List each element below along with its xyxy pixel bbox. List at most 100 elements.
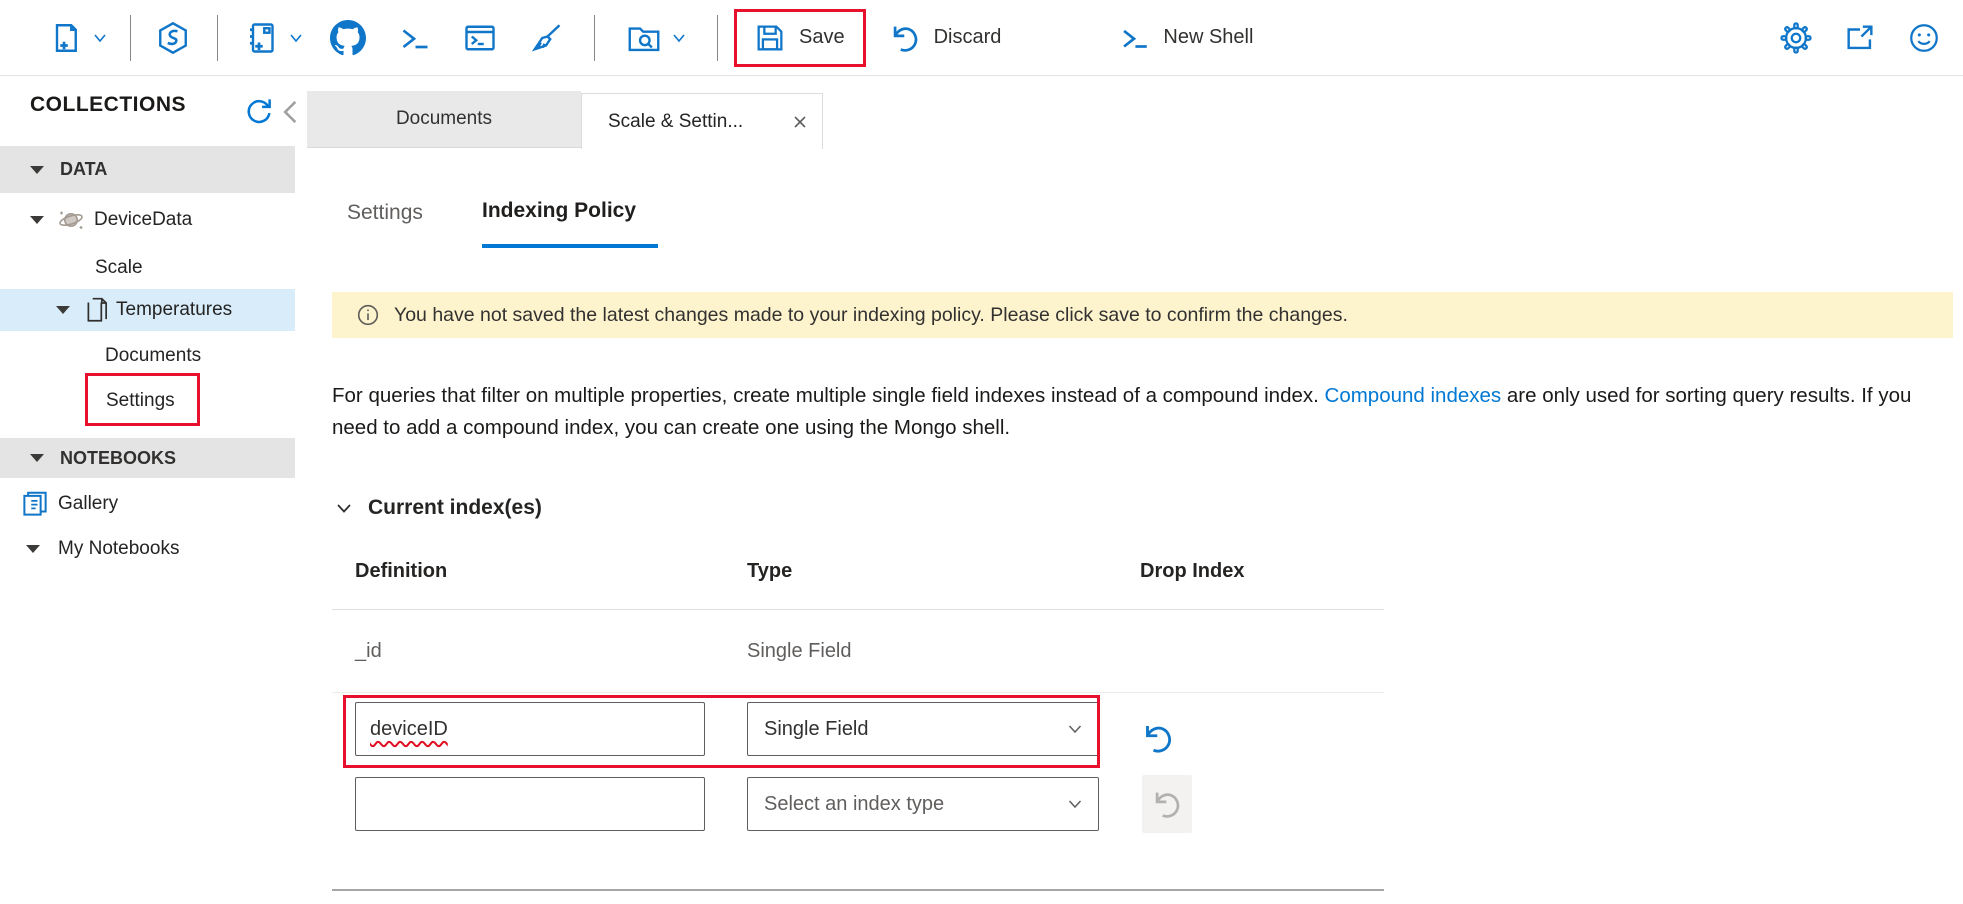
new-collection-icon xyxy=(48,20,84,56)
table-header-row: Definition Type Drop Index xyxy=(332,548,1384,610)
index-type: Single Field xyxy=(737,640,1130,663)
discard-label: Discard xyxy=(934,26,1002,49)
sidebar-item-settings[interactable]: Settings xyxy=(0,379,295,423)
toolbar-separator xyxy=(594,15,595,61)
terminal-prompt-icon xyxy=(396,20,432,56)
unsaved-changes-banner: You have not saved the latest changes ma… xyxy=(332,292,1953,338)
pivot-tab-indexing-policy[interactable]: Indexing Policy xyxy=(482,199,636,223)
dropdown-value: Single Field xyxy=(764,718,869,741)
chevron-down-icon xyxy=(671,30,687,46)
save-label: Save xyxy=(799,26,845,49)
tab-scale-settings[interactable]: Scale & Settin... xyxy=(581,93,823,149)
synapse-hexagon-icon xyxy=(155,20,191,56)
toolbar: Save Discard New Shell xyxy=(0,0,1963,76)
sidebar-item-temperatures[interactable]: Temperatures xyxy=(0,289,295,331)
chevron-expanded-icon xyxy=(30,454,44,462)
settings-gear-icon[interactable] xyxy=(1779,21,1813,55)
collection-documents-icon xyxy=(84,296,110,324)
collapse-sidebar-icon[interactable] xyxy=(280,99,302,125)
new-index-type-dropdown[interactable]: Select an index type xyxy=(747,777,1099,831)
compound-indexes-link[interactable]: Compound indexes xyxy=(1325,384,1502,407)
chevron-expanded-icon xyxy=(56,306,70,314)
new-definition-input[interactable] xyxy=(355,777,705,831)
new-collection-button[interactable] xyxy=(48,20,108,56)
database-planet-icon xyxy=(56,207,86,233)
index-definition: _id xyxy=(332,640,737,663)
collection-label: Temperatures xyxy=(116,299,232,321)
dropdown-placeholder: Select an index type xyxy=(764,793,944,816)
index-type-dropdown[interactable]: Single Field xyxy=(747,702,1099,756)
table-bottom-divider xyxy=(332,889,1384,891)
sidebar: COLLECTIONS DATA DeviceData Scale xyxy=(0,77,307,904)
chevron-down-icon xyxy=(288,30,304,46)
feedback-smiley-icon[interactable] xyxy=(1907,21,1941,55)
sidebar-item-documents[interactable]: Documents xyxy=(0,337,295,375)
collections-header: COLLECTIONS xyxy=(30,93,186,117)
col-type: Type xyxy=(737,560,1130,583)
clear-results-button[interactable] xyxy=(528,20,564,56)
synapse-link-button[interactable] xyxy=(155,20,191,56)
table-row-editor-1: deviceID Single Field xyxy=(332,693,1384,765)
shell-window-icon xyxy=(462,20,498,56)
banner-text: You have not saved the latest changes ma… xyxy=(394,304,1348,327)
table-row-id: _id Single Field xyxy=(332,610,1384,693)
my-notebooks-label: My Notebooks xyxy=(58,538,179,560)
revert-index-button[interactable] xyxy=(1140,720,1384,756)
sidebar-item-gallery[interactable]: Gallery xyxy=(0,484,295,524)
new-notebook-button[interactable] xyxy=(244,20,304,56)
sidebar-item-devicedata[interactable]: DeviceData xyxy=(0,199,295,241)
refresh-icon[interactable] xyxy=(244,95,274,125)
github-icon xyxy=(330,20,366,56)
close-tab-icon[interactable] xyxy=(792,114,808,130)
sidebar-section-data[interactable]: DATA xyxy=(0,146,295,193)
toolbar-right-group xyxy=(1779,0,1941,76)
documents-label: Documents xyxy=(105,345,201,367)
terminal-prompt-icon xyxy=(1117,21,1151,55)
definition-input[interactable]: deviceID xyxy=(355,702,705,756)
browse-queries-button[interactable] xyxy=(625,19,687,57)
table-row-editor-2: Select an index type xyxy=(332,765,1384,843)
toolbar-separator xyxy=(130,15,131,61)
new-shell-label: New Shell xyxy=(1163,26,1253,49)
sidebar-section-notebooks[interactable]: NOTEBOOKS xyxy=(0,438,295,478)
pivot-tab-settings[interactable]: Settings xyxy=(347,201,423,225)
info-icon xyxy=(356,303,380,327)
tab-label: Documents xyxy=(396,108,492,130)
chevron-expanded-icon xyxy=(26,545,40,553)
current-indexes-header[interactable]: Current index(es) xyxy=(334,496,542,520)
chevron-expanded-icon xyxy=(30,166,44,174)
github-button[interactable] xyxy=(330,20,366,56)
discard-button[interactable]: Discard xyxy=(888,21,1002,55)
toolbar-separator xyxy=(217,15,218,61)
chevron-expanded-icon xyxy=(30,216,44,224)
settings-label: Settings xyxy=(106,390,175,412)
description-text: For queries that filter on multiple prop… xyxy=(332,384,1325,407)
undo-arrow-icon xyxy=(888,21,922,55)
broom-icon xyxy=(528,20,564,56)
new-shell-button[interactable]: New Shell xyxy=(1117,21,1253,55)
section-title: Current index(es) xyxy=(368,496,542,520)
section-label: NOTEBOOKS xyxy=(60,448,176,469)
tab-label: Scale & Settin... xyxy=(608,111,743,133)
open-terminal-button[interactable] xyxy=(396,20,432,56)
chevron-down-icon xyxy=(1066,795,1084,813)
scale-label: Scale xyxy=(95,257,143,279)
gallery-label: Gallery xyxy=(58,493,118,515)
open-full-screen-icon[interactable] xyxy=(1843,21,1877,55)
indexes-table: Definition Type Drop Index _id Single Fi… xyxy=(332,548,1384,891)
revert-index-button-disabled xyxy=(1142,775,1192,833)
section-label: DATA xyxy=(60,159,107,180)
folder-search-icon xyxy=(625,19,663,57)
gallery-icon xyxy=(20,489,50,519)
col-definition: Definition xyxy=(332,560,737,583)
tab-documents[interactable]: Documents xyxy=(307,91,581,148)
chevron-down-icon xyxy=(1066,720,1084,738)
col-drop-index: Drop Index xyxy=(1130,560,1384,583)
sidebar-item-my-notebooks[interactable]: My Notebooks xyxy=(0,529,295,569)
save-button[interactable]: Save xyxy=(753,21,845,55)
sidebar-item-scale[interactable]: Scale xyxy=(0,249,295,287)
definition-input-value: deviceID xyxy=(370,718,448,741)
shell-window-button[interactable] xyxy=(462,20,498,56)
new-notebook-icon xyxy=(244,20,280,56)
chevron-down-icon xyxy=(92,30,108,46)
